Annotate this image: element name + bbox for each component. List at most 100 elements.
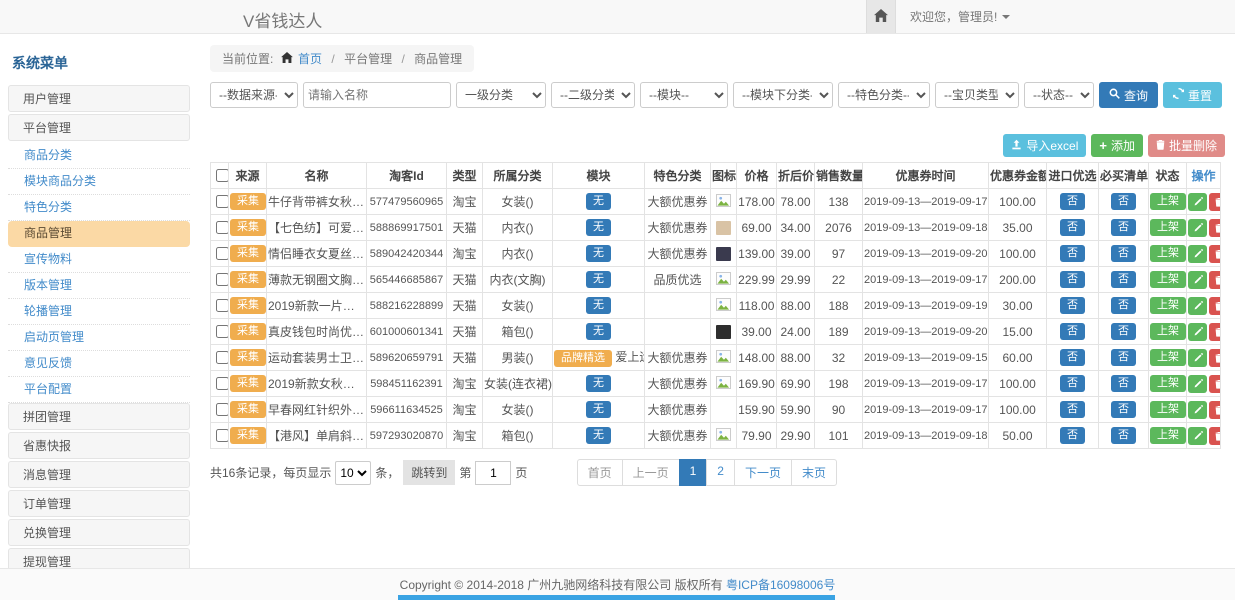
row-checkbox[interactable]	[216, 325, 229, 338]
delete-button[interactable]	[1209, 349, 1221, 367]
imported-toggle-badge[interactable]: 否	[1060, 401, 1085, 418]
filter-status[interactable]: --状态--	[1024, 82, 1094, 108]
sidebar-item-平台配置[interactable]: 平台配置	[8, 377, 190, 403]
delete-button[interactable]	[1209, 427, 1221, 445]
row-checkbox[interactable]	[216, 351, 229, 364]
imported-toggle-badge[interactable]: 否	[1060, 323, 1085, 340]
sidebar-item-轮播管理[interactable]: 轮播管理	[8, 299, 190, 325]
sidebar-item-消息管理[interactable]: 消息管理	[8, 461, 190, 488]
delete-button[interactable]	[1209, 401, 1221, 419]
filter-name-input[interactable]	[303, 82, 451, 108]
sidebar-item-模块商品分类[interactable]: 模块商品分类	[8, 169, 190, 195]
sidebar-item-版本管理[interactable]: 版本管理	[8, 273, 190, 299]
sidebar-item-宣传物料[interactable]: 宣传物料	[8, 247, 190, 273]
user-menu[interactable]: 欢迎您，管理员!	[910, 8, 1010, 25]
delete-button[interactable]	[1209, 219, 1221, 237]
jump-button[interactable]: 跳转到	[403, 460, 455, 485]
edit-button[interactable]	[1188, 245, 1207, 263]
imported-toggle-badge[interactable]: 否	[1060, 245, 1085, 262]
pager-button-末页[interactable]: 末页	[791, 459, 837, 486]
status-on-shelf-button[interactable]: 上架	[1150, 427, 1186, 444]
pager-button-首页[interactable]: 首页	[577, 459, 623, 486]
delete-button[interactable]	[1209, 193, 1221, 211]
delete-button[interactable]	[1209, 297, 1221, 315]
filter-item-type[interactable]: --宝贝类型--	[935, 82, 1019, 108]
row-checkbox[interactable]	[216, 429, 229, 442]
edit-button[interactable]	[1188, 323, 1207, 341]
row-checkbox[interactable]	[216, 377, 229, 390]
edit-button[interactable]	[1188, 219, 1207, 237]
delete-button[interactable]	[1209, 375, 1221, 393]
sidebar-item-省惠快报[interactable]: 省惠快报	[8, 432, 190, 459]
sidebar-item-订单管理[interactable]: 订单管理	[8, 490, 190, 517]
must-buy-toggle-badge[interactable]: 否	[1111, 323, 1136, 340]
imported-toggle-badge[interactable]: 否	[1060, 297, 1085, 314]
filter-special-category[interactable]: --特色分类--	[838, 82, 930, 108]
status-on-shelf-button[interactable]: 上架	[1150, 375, 1186, 392]
edit-button[interactable]	[1188, 349, 1207, 367]
status-on-shelf-button[interactable]: 上架	[1150, 245, 1186, 262]
horizontal-scrollbar-thumb[interactable]	[398, 595, 835, 600]
delete-button[interactable]	[1209, 271, 1221, 289]
status-on-shelf-button[interactable]: 上架	[1150, 297, 1186, 314]
imported-toggle-badge[interactable]: 否	[1060, 427, 1085, 444]
edit-button[interactable]	[1188, 271, 1207, 289]
row-checkbox[interactable]	[216, 299, 229, 312]
sidebar-item-启动页管理[interactable]: 启动页管理	[8, 325, 190, 351]
row-checkbox[interactable]	[216, 273, 229, 286]
must-buy-toggle-badge[interactable]: 否	[1111, 297, 1136, 314]
status-on-shelf-button[interactable]: 上架	[1150, 401, 1186, 418]
imported-toggle-badge[interactable]: 否	[1060, 193, 1085, 210]
sidebar-item-意见反馈[interactable]: 意见反馈	[8, 351, 190, 377]
status-on-shelf-button[interactable]: 上架	[1150, 323, 1186, 340]
select-all-checkbox[interactable]	[216, 169, 229, 182]
reset-button[interactable]: 重置	[1163, 82, 1222, 108]
sidebar-item-用户管理[interactable]: 用户管理	[8, 85, 190, 112]
status-on-shelf-button[interactable]: 上架	[1150, 349, 1186, 366]
imported-toggle-badge[interactable]: 否	[1060, 271, 1085, 288]
pager-button-2[interactable]: 2	[706, 459, 735, 486]
sidebar-item-商品管理[interactable]: 商品管理	[8, 221, 190, 247]
breadcrumb-home-link[interactable]: 首页	[298, 52, 322, 66]
delete-button[interactable]	[1209, 245, 1221, 263]
row-checkbox[interactable]	[216, 247, 229, 260]
must-buy-toggle-badge[interactable]: 否	[1111, 375, 1136, 392]
query-button[interactable]: 查询	[1099, 82, 1158, 108]
must-buy-toggle-badge[interactable]: 否	[1111, 401, 1136, 418]
filter-level1-category[interactable]: 一级分类	[456, 82, 546, 108]
delete-button[interactable]	[1209, 323, 1221, 341]
must-buy-toggle-badge[interactable]: 否	[1111, 219, 1136, 236]
imported-toggle-badge[interactable]: 否	[1060, 219, 1085, 236]
edit-button[interactable]	[1188, 375, 1207, 393]
filter-module[interactable]: --模块--	[640, 82, 728, 108]
edit-button[interactable]	[1188, 193, 1207, 211]
batch-delete-button[interactable]: 批量删除	[1148, 134, 1225, 157]
must-buy-toggle-badge[interactable]: 否	[1111, 349, 1136, 366]
edit-button[interactable]	[1188, 297, 1207, 315]
jump-page-input[interactable]	[475, 461, 511, 485]
status-on-shelf-button[interactable]: 上架	[1150, 193, 1186, 210]
status-on-shelf-button[interactable]: 上架	[1150, 219, 1186, 236]
row-checkbox[interactable]	[216, 221, 229, 234]
row-checkbox[interactable]	[216, 403, 229, 416]
filter-data-source[interactable]: --数据来源--	[210, 82, 298, 108]
sidebar-item-特色分类[interactable]: 特色分类	[8, 195, 190, 221]
pager-button-下一页[interactable]: 下一页	[734, 459, 792, 486]
icp-link[interactable]: 粤ICP备16098006号	[726, 576, 835, 593]
filter-module-sub[interactable]: --模块下分类--	[733, 82, 833, 108]
sidebar-item-提现管理[interactable]: 提现管理	[8, 548, 190, 568]
import-excel-button[interactable]: 导入excel	[1003, 134, 1086, 157]
must-buy-toggle-badge[interactable]: 否	[1111, 271, 1136, 288]
add-button[interactable]: + 添加	[1091, 134, 1143, 157]
imported-toggle-badge[interactable]: 否	[1060, 375, 1085, 392]
imported-toggle-badge[interactable]: 否	[1060, 349, 1085, 366]
edit-button[interactable]	[1188, 427, 1207, 445]
sidebar-item-兑换管理[interactable]: 兑换管理	[8, 519, 190, 546]
pager-button-上一页[interactable]: 上一页	[622, 459, 680, 486]
home-button[interactable]	[866, 0, 896, 33]
pager-button-1[interactable]: 1	[679, 459, 708, 486]
must-buy-toggle-badge[interactable]: 否	[1111, 427, 1136, 444]
row-checkbox[interactable]	[216, 195, 229, 208]
status-on-shelf-button[interactable]: 上架	[1150, 271, 1186, 288]
sidebar-item-拼团管理[interactable]: 拼团管理	[8, 403, 190, 430]
